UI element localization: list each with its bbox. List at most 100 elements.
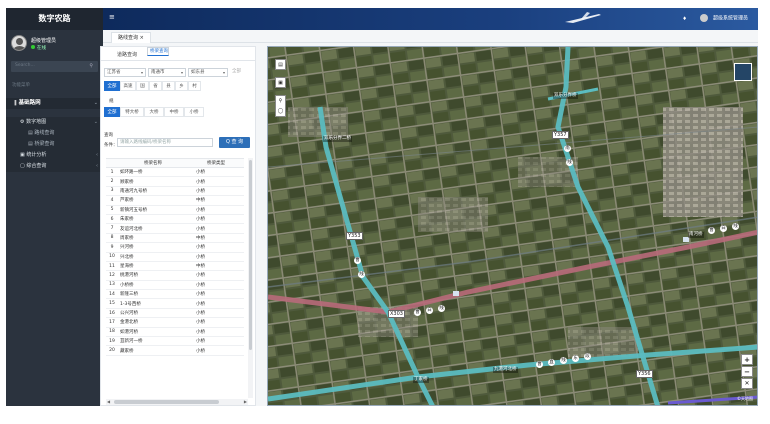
chip-size-super-large[interactable]: 特大桥 [120, 107, 144, 117]
chip-size-medium[interactable]: 中桥 [164, 107, 184, 117]
satellite-map[interactable]: ▤ ▣ ⚲ ◯ + − ✕ Y357 Y353 X303 Y356 双乐分界二桥 … [267, 46, 758, 406]
table-row[interactable]: 20 藏家桥 小桥 [106, 345, 244, 356]
top-bar-avatar[interactable] [700, 14, 709, 22]
search-button[interactable]: Q 查 询 [219, 137, 250, 148]
scroll-right-icon[interactable]: ▶ [244, 399, 247, 404]
road-label-y357: Y357 [552, 131, 569, 139]
tab-route-query[interactable]: 路线查询 × [111, 32, 151, 43]
table-row[interactable]: 9 兴河桥 小桥 [106, 242, 244, 253]
bridge-search-input[interactable]: 请输入路线编码/桥梁名称 [117, 138, 213, 147]
table-row[interactable]: 4 芦家桥 中桥 [106, 195, 244, 206]
sidebar-item-composite-query[interactable]: ▢ 综合查询 ‹ [6, 161, 103, 172]
table-row[interactable]: 17 金港北桥 小桥 [106, 317, 244, 328]
zoom-out-button[interactable]: − [741, 366, 753, 377]
chip-level-county[interactable]: 县 [162, 81, 175, 91]
table-cell-index: 9 [106, 242, 118, 253]
road-name-char: 线 [732, 223, 739, 230]
sidebar-item-basic-network[interactable]: ‖ 基础路网 ⌄ [6, 98, 103, 109]
table-cell-name: 金港北桥 [118, 317, 188, 328]
sidebar-search[interactable]: Search... ⚲ [11, 61, 98, 72]
sidebar-item-route-query[interactable]: ▤ 路线查询 [6, 128, 103, 139]
chip-level-national[interactable]: 国 [136, 81, 149, 91]
road-name-char: 曹 [414, 309, 421, 316]
road-name-char: 南 [564, 145, 571, 152]
table-cell-type: 小桥 [188, 345, 244, 356]
table-row[interactable]: 10 兴北桥 小桥 [106, 252, 244, 262]
table-cell-name: 新镇河五号桥 [118, 205, 188, 215]
table-row[interactable]: 5 新镇河五号桥 小桥 [106, 205, 244, 215]
chip-level-provincial[interactable]: 省 [149, 81, 162, 91]
table-cell-name: 兴河桥 [118, 242, 188, 253]
bridge-table: 桥梁名称 桥梁类型 1 如环路一桥 小桥 2 顾家桥 小桥 3 南通河九号桥 小桥 4 芦家桥 中桥 5… [106, 158, 244, 356]
table-cell-type: 小桥 [188, 252, 244, 262]
top-bar-user-label[interactable]: 超级系统管理员 [713, 16, 748, 22]
zoom-in-button[interactable]: + [741, 354, 753, 365]
sidebar-item-label: 路线查询 [34, 130, 55, 136]
tab-bridge-query[interactable]: 桥梁查询 [147, 47, 169, 56]
search-icon[interactable]: ⚲ [89, 63, 93, 69]
county-select[interactable]: 如东县 ▾ [188, 68, 228, 77]
chip-size-small[interactable]: 小桥 [184, 107, 204, 117]
scrollbar-thumb[interactable] [114, 400, 219, 404]
pin-icon[interactable]: ◯ [278, 108, 284, 114]
sidebar-nav: ‖ 基础路网 ⌄ ⚙ 数字地图 ⌄ ▤ 路线查询 ▤ 桥梁查询 ▣ 统计分析 ‹ ▢ … [6, 98, 103, 172]
province-select-value: 江苏省 [107, 70, 121, 75]
map-attribution: ©天地图 [737, 396, 753, 401]
table-row[interactable]: 15 1-3号西桥 小桥 [106, 298, 244, 309]
table-row[interactable]: 6 朱家桥 小桥 [106, 214, 244, 225]
table-row[interactable]: 14 新隆三桥 小桥 [106, 289, 244, 300]
tab-road-query[interactable]: 道路查询 [117, 51, 137, 58]
sidebar-search-input[interactable]: Search... [15, 63, 35, 68]
sidebar-item-bridge-query[interactable]: ▤ 桥梁查询 [6, 139, 103, 150]
notification-icon[interactable]: ♦ [682, 16, 686, 22]
table-horizontal-scrollbar[interactable]: ◀ ▶ [106, 399, 248, 405]
sidebar-item-digital-map[interactable]: ⚙ 数字地图 ⌄ [6, 117, 103, 128]
search-icon[interactable]: ⚲ [279, 98, 283, 104]
province-select[interactable]: 江苏省 ▾ [104, 68, 146, 77]
table-cell-name: 星海桥 [118, 261, 188, 272]
table-row[interactable]: 12 桃港河桥 小桥 [106, 270, 244, 281]
chip-level-all[interactable]: 全部 [104, 81, 120, 91]
table-vertical-scrollbar[interactable] [248, 158, 253, 398]
airplane-icon [565, 12, 601, 23]
table-cell-index: 7 [106, 223, 118, 234]
table-row[interactable]: 2 顾家桥 小桥 [106, 176, 244, 187]
table-row[interactable]: 7 友谊河北桥 小桥 [106, 223, 244, 234]
table-cell-index: 10 [106, 252, 118, 262]
bridge-size-chips: 全部 特大桥 大桥 中桥 小桥 [104, 107, 254, 117]
scrollbar-thumb[interactable] [249, 160, 252, 350]
menu-toggle-icon[interactable]: ≡ [109, 13, 115, 21]
table-row[interactable]: 11 星海桥 中桥 [106, 261, 244, 272]
city-select[interactable]: 南通市 ▾ [148, 68, 186, 77]
table-row[interactable]: 16 公兴河桥 小桥 [106, 308, 244, 319]
top-bar-user[interactable]: ♦ 超级系统管理员 [682, 14, 748, 22]
sidebar-item-statistics[interactable]: ▣ 统计分析 ‹ [6, 150, 103, 161]
fullscreen-button[interactable]: ▣ [275, 77, 286, 88]
table-cell-type: 小桥 [188, 242, 244, 253]
road-name-char: 曹 [354, 257, 361, 264]
overview-map-thumbnail[interactable] [734, 63, 752, 81]
table-cell-type: 小桥 [188, 298, 244, 309]
chip-size-all[interactable]: 全部 [104, 107, 120, 117]
table-cell-name: 桃港河桥 [118, 270, 188, 281]
table-row[interactable]: 8 周家桥 中桥 [106, 233, 244, 244]
town-select[interactable]: 全部 [230, 68, 254, 77]
table-row[interactable]: 3 南通河九号桥 小桥 [106, 186, 244, 197]
table-cell-type: 小桥 [188, 186, 244, 197]
chip-size-large[interactable]: 大桥 [144, 107, 164, 117]
table-row[interactable]: 19 苴新河一桥 小桥 [106, 336, 244, 347]
chip-level-expressway[interactable]: 高速 [120, 81, 136, 91]
chip-level-township[interactable]: 乡 [175, 81, 188, 91]
reset-view-button[interactable]: ✕ [741, 378, 753, 389]
chip-level-village[interactable]: 村 [188, 81, 201, 91]
table-cell-type: 中桥 [188, 233, 244, 244]
table-row[interactable]: 18 如港河桥 小桥 [106, 327, 244, 338]
map-canvas[interactable] [268, 47, 758, 406]
table-cell-index: 16 [106, 308, 118, 319]
scroll-left-icon[interactable]: ◀ [107, 399, 110, 404]
table-row[interactable]: 1 如环路一桥 小桥 [106, 167, 244, 178]
map-tool-group[interactable]: ⚲ ◯ [275, 95, 286, 117]
table-row[interactable]: 13 小桥桥 小桥 [106, 280, 244, 291]
layer-toggle-button[interactable]: ▤ [275, 59, 286, 70]
bridge-table-body: 1 如环路一桥 小桥 2 顾家桥 小桥 3 南通河九号桥 小桥 4 芦家桥 中桥 5 新镇河五号桥 小桥 6 朱… [106, 167, 244, 356]
